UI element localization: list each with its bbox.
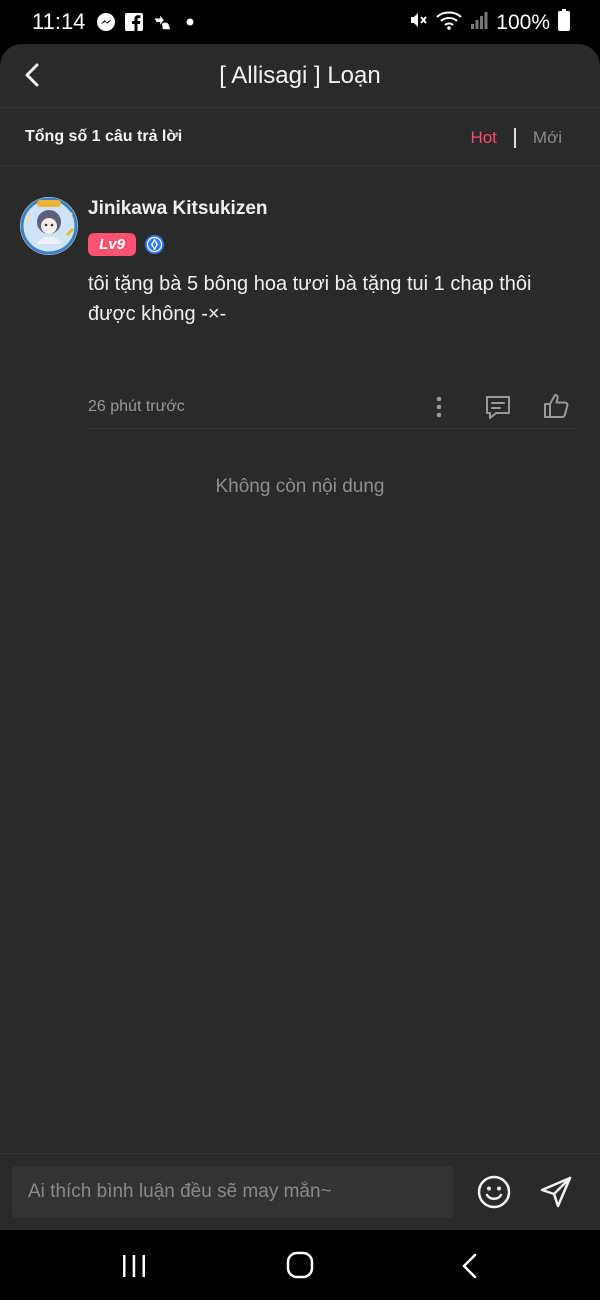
signal-icon (470, 10, 488, 36)
status-time: 11:14 (32, 9, 86, 34)
status-right: 100% (408, 9, 570, 37)
tab-divider (513, 128, 516, 148)
end-of-content-label: Không còn nội dung (215, 476, 385, 497)
comment-time: 26 phút trước (88, 398, 185, 415)
battery-label: 100% (496, 11, 550, 34)
messenger-icon (96, 12, 116, 32)
header: [ Allisagi ] Loạn (0, 44, 600, 108)
comment-text: tôi tặng bà 5 bông hoa tươi bà tặng tui … (88, 273, 532, 325)
page-title: [ Allisagi ] Loạn (219, 62, 381, 89)
tab-hot[interactable]: Hot (470, 128, 496, 148)
thumbs-up-icon[interactable] (542, 392, 570, 420)
system-nav-bar (0, 1230, 600, 1300)
back-icon[interactable] (457, 1252, 483, 1280)
status-bar: 11:14 100% (0, 0, 600, 44)
comment-item: Jinikawa Kitsukizen Lv9 tôi tặng bà 5 bô… (0, 166, 600, 429)
notification-dot-icon (180, 12, 200, 32)
more-options-icon[interactable] (428, 395, 450, 419)
comment-input[interactable] (12, 1166, 453, 1218)
summary-bar: Tổng số 1 câu trả lời Hot Mới (0, 108, 600, 166)
level-badge: Lv9 (88, 233, 136, 256)
username[interactable]: Jinikawa Kitsukizen (88, 198, 268, 220)
wifi-icon (436, 10, 462, 36)
send-icon[interactable] (538, 1174, 574, 1210)
sort-tabs: Hot Mới (470, 128, 562, 148)
user-avatar[interactable] (19, 196, 79, 256)
facebook-icon (124, 12, 144, 32)
tab-new[interactable]: Mới (533, 128, 562, 148)
comment-composer (0, 1153, 600, 1230)
emoji-icon[interactable] (476, 1174, 512, 1210)
home-icon[interactable] (285, 1250, 315, 1280)
status-left-icons (96, 12, 200, 32)
comment-divider (88, 428, 576, 429)
battery-icon (558, 9, 570, 37)
recent-apps-icon[interactable] (119, 1253, 149, 1279)
mute-icon (408, 10, 428, 36)
reply-icon[interactable] (484, 394, 512, 420)
verified-icon (145, 235, 164, 254)
gesture-icon (152, 12, 172, 32)
app-screen: [ Allisagi ] Loạn Tổng số 1 câu trả lời … (0, 44, 600, 1230)
reply-count: Tổng số 1 câu trả lời (25, 128, 183, 145)
